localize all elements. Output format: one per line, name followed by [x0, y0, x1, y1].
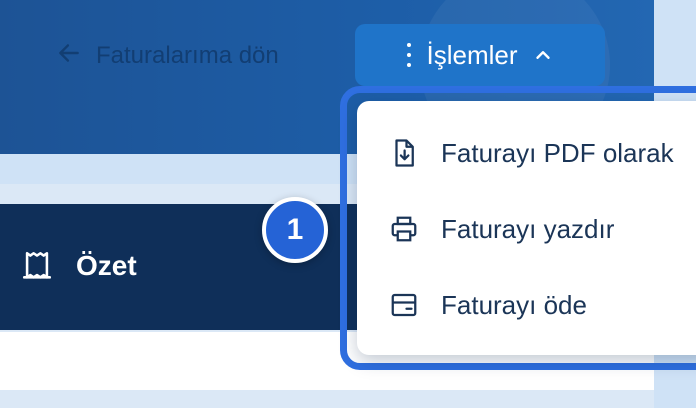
printer-icon: [389, 214, 419, 244]
receipt-icon: [20, 249, 54, 283]
chevron-up-icon: [532, 44, 554, 66]
menu-item-print[interactable]: Faturayı yazdır: [357, 191, 696, 267]
actions-button-label: İşlemler: [426, 39, 518, 70]
card-icon: [389, 290, 419, 320]
menu-item-label: Faturayı PDF olarak: [441, 137, 674, 168]
back-to-invoices-link[interactable]: Faturalarıma dön: [56, 38, 279, 74]
actions-dropdown-menu: Faturayı PDF olarak Faturayı yazdır Fatu…: [357, 101, 696, 355]
menu-item-pay[interactable]: Faturayı öde: [357, 267, 696, 343]
download-document-icon: [389, 138, 419, 168]
back-link-label: Faturalarıma dön: [96, 42, 279, 69]
summary-heading: Özet: [20, 244, 137, 288]
menu-item-download-pdf[interactable]: Faturayı PDF olarak: [357, 115, 696, 191]
arrow-left-icon: [56, 40, 82, 73]
menu-item-label: Faturayı öde: [441, 289, 587, 320]
kebab-icon: [406, 43, 412, 67]
summary-title: Özet: [76, 250, 137, 281]
step-badge: 1: [262, 197, 328, 263]
actions-button[interactable]: İşlemler: [355, 24, 605, 86]
menu-item-label: Faturayı yazdır: [441, 213, 615, 244]
